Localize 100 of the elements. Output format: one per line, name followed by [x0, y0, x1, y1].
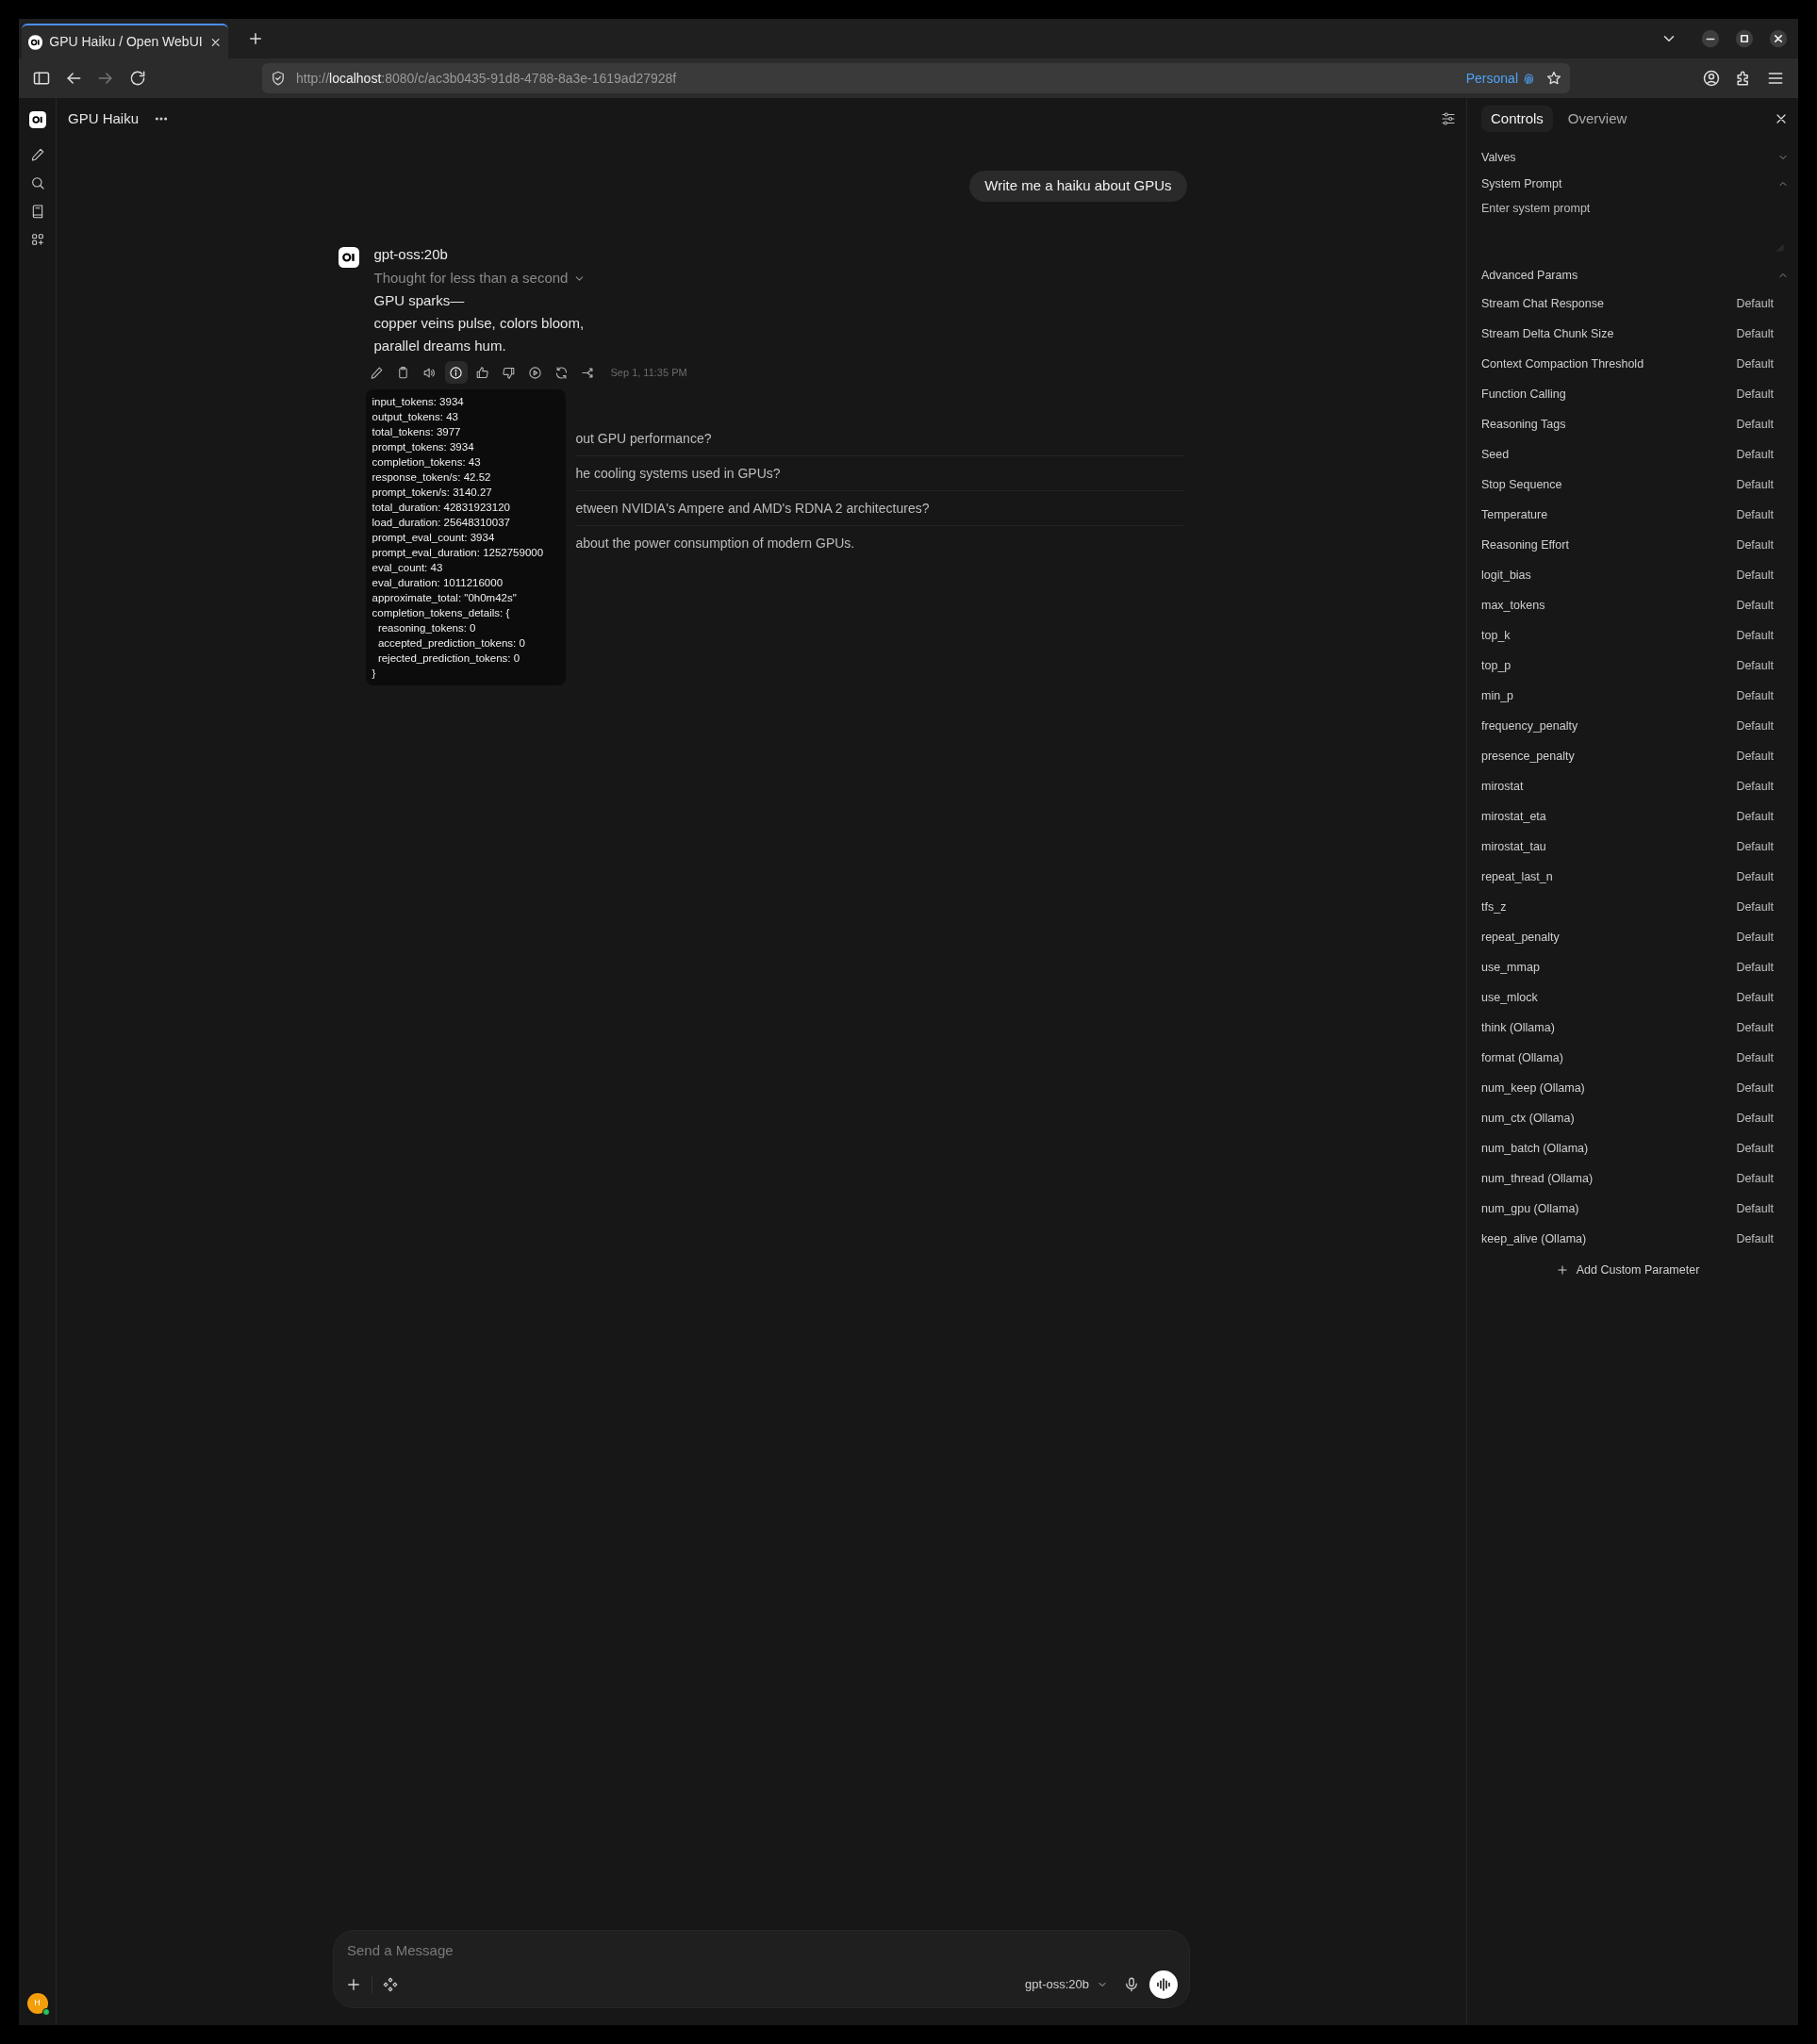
param-label: mirostat_eta	[1481, 808, 1546, 825]
param-label: mirostat	[1481, 778, 1524, 795]
param-label: mirostat_tau	[1481, 838, 1546, 855]
new-chat-icon[interactable]	[29, 147, 45, 162]
usage-stat: prompt_tokens: 3934	[372, 440, 475, 454]
param-label: num_thread (Ollama)	[1481, 1170, 1594, 1187]
param-value-toggle[interactable]: Default	[1736, 898, 1774, 916]
follow-up-suggestion[interactable]: about the power consumption of modern GPUs.	[575, 526, 1183, 560]
usage-stat: response_token/s: 42.52	[372, 470, 492, 485]
param-label: Temperature	[1481, 506, 1548, 523]
param-value-toggle[interactable]: Default	[1736, 596, 1774, 615]
model-name: gpt-oss:20b	[373, 245, 449, 264]
reload-icon[interactable]	[128, 69, 147, 88]
browser-tab[interactable]: GPU Haiku / Open WebUI	[22, 24, 228, 58]
new-tab-icon[interactable]	[247, 30, 264, 47]
section-header[interactable]: Valves	[1481, 144, 1774, 171]
clipboard-icon	[396, 365, 410, 380]
param-value-toggle[interactable]: Default	[1736, 1199, 1774, 1218]
refresh-icon	[554, 365, 569, 380]
param-value-toggle[interactable]: Default	[1736, 505, 1774, 524]
param-value-toggle[interactable]: Default	[1736, 777, 1774, 796]
section-header[interactable]: System Prompt	[1481, 171, 1774, 197]
usage-stat: rejected_prediction_tokens: 0	[376, 651, 521, 666]
param-label: num_ctx (Ollama)	[1481, 1110, 1575, 1127]
model-selector[interactable]: gpt-oss:20b	[1025, 1975, 1108, 1994]
param-value-toggle[interactable]: Default	[1736, 1079, 1774, 1097]
controls-icon[interactable]	[1440, 110, 1457, 127]
param-value-toggle[interactable]: Default	[1736, 1048, 1774, 1067]
param-value-toggle[interactable]: Default	[1736, 415, 1774, 434]
chat-title: GPU Haiku	[68, 108, 140, 128]
param-label: use_mmap	[1481, 959, 1540, 976]
minimize-icon[interactable]	[1700, 28, 1721, 49]
panel-tab[interactable]: Controls	[1481, 106, 1553, 132]
system-prompt-field[interactable]: Enter system prompt	[1481, 200, 1787, 258]
param-value-toggle[interactable]: Default	[1736, 1109, 1774, 1128]
param-value-toggle[interactable]: Default	[1736, 445, 1774, 464]
sidebar-toggle-icon[interactable]	[32, 69, 51, 88]
param-value-toggle[interactable]: Default	[1736, 566, 1774, 585]
voice-mode-button[interactable]	[1149, 1970, 1178, 1999]
bookmark-star-icon[interactable]	[1545, 70, 1562, 87]
message-input[interactable]: Send a Message	[345, 1938, 1178, 1961]
param-value-toggle[interactable]: Default	[1736, 807, 1774, 826]
param-label: top_k	[1481, 627, 1511, 644]
app-logo-icon[interactable]	[28, 111, 46, 128]
branch-icon	[581, 365, 595, 380]
address-bar[interactable]: http://localhost:8080/c/ac3b0435-91d8-4788-8a3e-1619ad27928f Personal	[262, 63, 1570, 93]
param-value-toggle[interactable]: Default	[1736, 656, 1774, 675]
model-avatar-icon	[338, 247, 359, 268]
param-label: Stop Sequence	[1481, 476, 1562, 493]
microphone-icon[interactable]	[1123, 1976, 1140, 1993]
param-label: num_keep (Ollama)	[1481, 1080, 1585, 1096]
response-line: copper veins pulse, colors bloom,	[373, 314, 586, 333]
param-value-toggle[interactable]: Default	[1736, 837, 1774, 856]
param-value-toggle[interactable]: Default	[1736, 354, 1774, 373]
integrations-icon[interactable]	[382, 1976, 399, 1993]
usage-stat: eval_duration: 1011216000	[372, 576, 504, 590]
usage-stat: prompt_eval_count: 3934	[372, 531, 496, 545]
param-value-toggle[interactable]: Default	[1736, 1169, 1774, 1188]
panel-tab[interactable]: Overview	[1558, 106, 1637, 132]
param-label: max_tokens	[1481, 597, 1545, 614]
param-value-toggle[interactable]: Default	[1736, 626, 1774, 645]
usage-stat: input_tokens: 3934	[372, 395, 465, 409]
follow-up-suggestion[interactable]: etween NVIDIA's Ampere and AMD's RDNA 2 architectures?	[575, 491, 1183, 525]
param-value-toggle[interactable]: Default	[1736, 536, 1774, 554]
param-value-toggle[interactable]: Default	[1736, 988, 1774, 1007]
message-composer[interactable]: Send a Message gpt-oss:20b	[333, 1930, 1190, 2008]
param-value-toggle[interactable]: Default	[1736, 1229, 1774, 1248]
edit-icon	[370, 365, 384, 380]
param-value-toggle[interactable]: Default	[1736, 1139, 1774, 1158]
param-value-toggle[interactable]: Default	[1736, 747, 1774, 766]
usage-stat: completion_tokens: 43	[372, 455, 482, 470]
maximize-icon[interactable]	[1734, 28, 1755, 49]
param-label: frequency_penalty	[1481, 717, 1578, 734]
info-icon	[449, 365, 463, 380]
close-window-icon[interactable]	[1768, 28, 1789, 49]
param-value-toggle[interactable]: Default	[1736, 324, 1774, 343]
param-value-toggle[interactable]: Default	[1736, 1018, 1774, 1037]
search-icon[interactable]	[29, 175, 45, 190]
apps-icon[interactable]	[29, 232, 45, 247]
thinking-toggle[interactable]: Thought for less than a second	[373, 267, 586, 289]
section-header[interactable]: Advanced Params	[1481, 262, 1774, 288]
param-value-toggle[interactable]: Default	[1736, 867, 1774, 886]
param-value-toggle[interactable]: Default	[1736, 717, 1774, 735]
follow-up-suggestion[interactable]: out GPU performance?	[575, 421, 1183, 455]
param-value-toggle[interactable]: Default	[1736, 385, 1774, 404]
param-value-toggle[interactable]: Default	[1736, 475, 1774, 494]
container-label[interactable]: Personal	[1465, 68, 1518, 89]
response-line: GPU sparks—	[373, 291, 466, 310]
param-value-toggle[interactable]: Default	[1736, 686, 1774, 705]
account-icon[interactable]	[1702, 69, 1721, 88]
add-custom-parameter-button[interactable]: Add Custom Parameter	[1555, 1256, 1700, 1284]
param-value-toggle[interactable]: Default	[1736, 928, 1774, 947]
shield-icon[interactable]	[270, 70, 287, 87]
plus-icon[interactable]	[345, 1976, 362, 1993]
param-value-toggle[interactable]: Default	[1736, 294, 1774, 313]
param-value-toggle[interactable]: Default	[1736, 958, 1774, 977]
param-label: Stream Delta Chunk Size	[1481, 325, 1614, 342]
url-text: http://localhost:8080/c/ac3b0435-91d8-4788-8a3e-1619ad27928f	[296, 69, 678, 88]
info-button[interactable]	[444, 361, 468, 384]
follow-up-suggestion[interactable]: he cooling systems used in GPUs?	[575, 456, 1183, 490]
